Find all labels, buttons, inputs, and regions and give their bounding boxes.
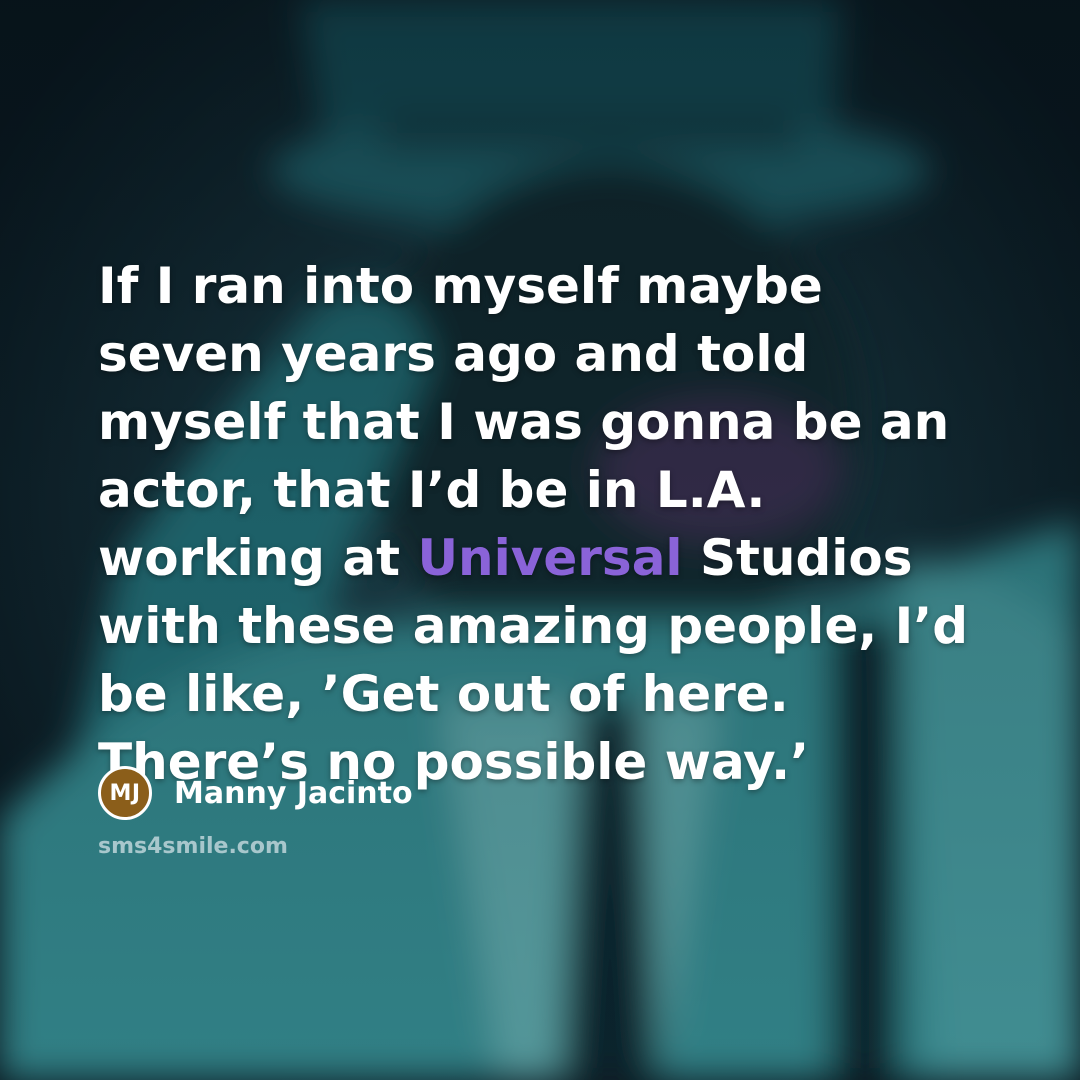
author-block: MJ Manny Jacinto <box>98 766 413 820</box>
author-name: Manny Jacinto <box>174 775 413 811</box>
author-avatar: MJ <box>98 766 152 820</box>
quote-text: If I ran into myself maybe seven years a… <box>98 252 998 796</box>
site-watermark: sms4smile.com <box>98 834 288 859</box>
quote-highlight: Universal <box>417 529 683 587</box>
